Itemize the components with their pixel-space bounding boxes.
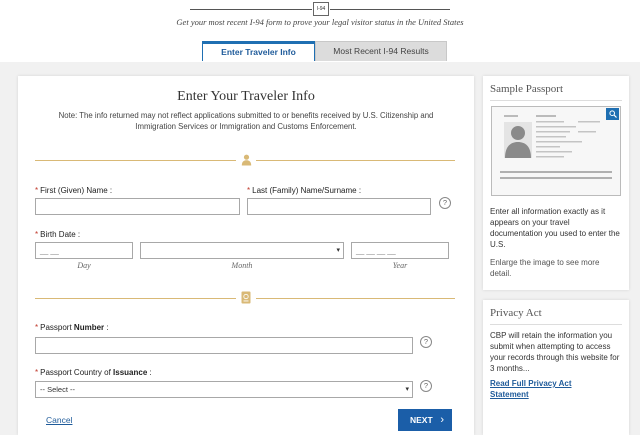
privacy-act-panel: Privacy Act CBP will retain the informat… [483,300,629,435]
privacy-act-title: Privacy Act [490,307,542,319]
sample-passport-instructions: Enter all information exactly as it appe… [490,207,620,249]
form-title: Enter Your Traveler Info [177,89,315,104]
sample-passport-title: Sample Passport [490,83,564,95]
birth-month-select[interactable] [140,242,344,259]
panel-rule [490,100,622,101]
first-name-input[interactable] [35,198,240,215]
help-icon[interactable]: ? [439,197,451,209]
traveler-info-form: Enter Your Traveler Info Note: The info … [18,76,474,435]
birth-year-input[interactable]: __ __ __ __ [351,242,449,259]
sample-passport-panel: Sample Passport Enter all information ex… [483,76,629,290]
next-button-label: NEXT [410,415,433,425]
month-caption: Month [231,261,253,270]
passport-number-input[interactable] [35,337,413,354]
passport-country-select[interactable]: -- Select -- [35,381,413,398]
privacy-act-text: CBP will retain the information you subm… [490,331,620,373]
birth-day-input[interactable]: __ __ [35,242,133,259]
last-name-label: * Last (Family) Name/Surname : [247,186,362,195]
person-icon [236,153,256,167]
i94-logo: I-94 [313,2,329,16]
chevron-right-icon: › [440,414,444,426]
birth-date-label: * Birth Date : [35,230,81,239]
passport-image-art [492,107,620,195]
help-icon[interactable]: ? [420,380,432,392]
header-rule-right [330,9,450,10]
enlarge-hint: Enlarge the image to see more detail. [490,258,600,278]
form-note: Note: The info returned may not reflect … [58,111,434,131]
tab-enter-traveler-info[interactable]: Enter Traveler Info [202,41,315,61]
year-caption: Year [392,261,408,270]
help-icon[interactable]: ? [420,336,432,348]
page-header: I-94 Get your most recent I-94 form to p… [0,0,640,62]
passport-number-label: * Passport Number : [35,323,109,332]
header-rule-left [190,9,312,10]
page-subtitle: Get your most recent I-94 form to prove … [176,17,464,27]
sample-passport-image[interactable] [491,106,621,196]
passport-country-label: * Passport Country of Issuance : [35,368,152,377]
next-button[interactable]: NEXT › [398,409,452,431]
first-name-label: * First (Given) Name : [35,186,113,195]
passport-icon [236,291,256,305]
last-name-input[interactable] [247,198,431,215]
tab-most-recent-results[interactable]: Most Recent I-94 Results [315,41,447,61]
cancel-link[interactable]: Cancel [46,415,72,425]
day-caption: Day [77,261,91,270]
zoom-icon[interactable] [606,108,619,120]
panel-rule [490,324,622,325]
privacy-act-link[interactable]: Read Full Privacy Act Statement [490,378,590,400]
